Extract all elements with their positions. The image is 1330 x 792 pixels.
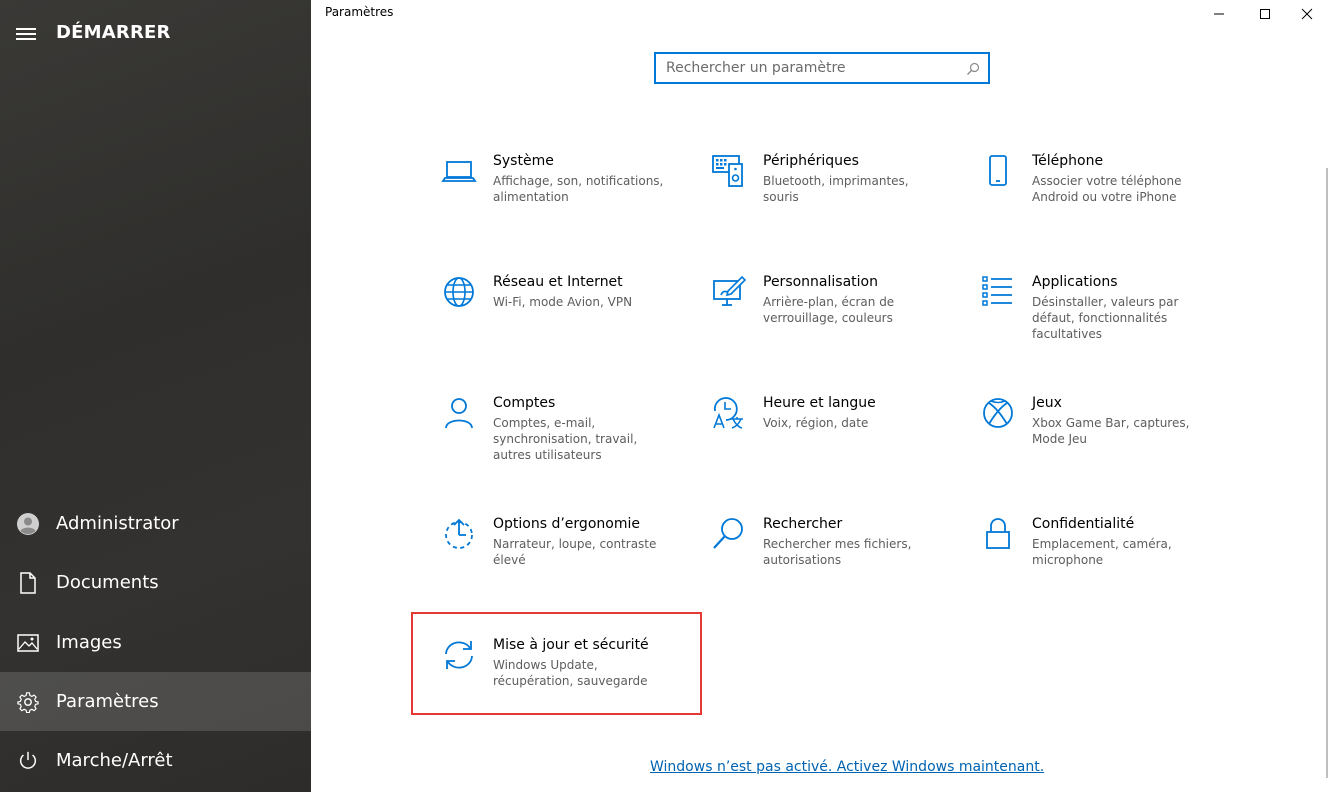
category-telephone[interactable]: Téléphone Associer votre téléphone Andro… xyxy=(952,147,1222,251)
category-description: Wi-Fi, mode Avion, VPN xyxy=(493,295,633,309)
time-language-icon xyxy=(711,395,747,431)
category-heure-langue[interactable]: Heure et langue Voix, région, date xyxy=(683,389,953,493)
start-item-images[interactable]: Images xyxy=(0,613,311,672)
search-icon xyxy=(711,516,747,552)
category-title: Téléphone xyxy=(1032,153,1104,169)
category-description: Arrière-plan, écran de verrouillage, cou… xyxy=(763,295,895,325)
activation-link[interactable]: Windows n’est pas activé. Activez Window… xyxy=(650,759,1044,775)
category-title: Comptes xyxy=(493,395,556,411)
category-title: Périphériques xyxy=(763,153,859,169)
start-item-label: Marche/Arrêt xyxy=(56,750,173,771)
category-description: Xbox Game Bar, captures, Mode Jeu xyxy=(1032,416,1190,446)
devices-icon xyxy=(711,153,747,189)
category-title: Rechercher xyxy=(763,516,843,532)
start-item-label: Paramètres xyxy=(56,691,159,712)
category-title: Options d’ergonomie xyxy=(493,516,640,532)
laptop-icon xyxy=(441,153,477,189)
category-rechercher[interactable]: Rechercher Rechercher mes fichiers, auto… xyxy=(683,510,953,614)
scrollbar[interactable] xyxy=(1326,168,1328,778)
paint-icon xyxy=(711,274,747,310)
category-description: Affichage, son, notifications, alimentat… xyxy=(493,174,664,204)
category-title: Heure et langue xyxy=(763,395,876,411)
title-bar: Paramètres xyxy=(311,0,1330,28)
category-title: Personnalisation xyxy=(763,274,878,290)
category-applications[interactable]: Applications Désinstaller, valeurs par d… xyxy=(952,268,1222,372)
lock-icon xyxy=(980,516,1016,552)
category-title: Applications xyxy=(1032,274,1118,290)
search-box xyxy=(654,52,990,84)
category-description: Comptes, e-mail, synchronisation, travai… xyxy=(493,416,638,462)
window-title: Paramètres xyxy=(325,5,394,19)
category-jeux[interactable]: Jeux Xbox Game Bar, captures, Mode Jeu xyxy=(952,389,1222,493)
start-item-documents[interactable]: Documents xyxy=(0,553,311,612)
search-input[interactable] xyxy=(656,54,956,82)
category-title: Réseau et Internet xyxy=(493,274,623,290)
category-reseau[interactable]: Réseau et Internet Wi-Fi, mode Avion, VP… xyxy=(413,268,683,372)
close-icon xyxy=(1301,8,1313,20)
minimize-icon xyxy=(1214,13,1224,15)
category-comptes[interactable]: Comptes Comptes, e-mail, synchronisation… xyxy=(413,389,683,493)
gear-icon xyxy=(0,691,56,713)
person-icon xyxy=(441,395,477,431)
category-ergonomie[interactable]: Options d’ergonomie Narrateur, loupe, co… xyxy=(413,510,683,614)
start-menu-title: DÉMARRER xyxy=(56,22,171,43)
category-title: Confidentialité xyxy=(1032,516,1135,532)
category-description: Associer votre téléphone Android ou votr… xyxy=(1032,174,1182,204)
start-item-parametres[interactable]: Paramètres xyxy=(0,672,311,731)
close-button[interactable] xyxy=(1284,0,1330,28)
start-item-label: Documents xyxy=(56,572,159,593)
power-icon xyxy=(0,750,56,772)
hamburger-menu-icon[interactable] xyxy=(14,22,38,46)
xbox-icon xyxy=(980,395,1016,431)
phone-icon xyxy=(980,153,1016,189)
category-mise-a-jour[interactable]: Mise à jour et sécurité Windows Update, … xyxy=(413,631,683,735)
category-description: Voix, région, date xyxy=(763,416,869,430)
start-item-label: Images xyxy=(56,632,122,653)
start-item-power[interactable]: Marche/Arrêt xyxy=(0,731,311,790)
start-item-administrator[interactable]: Administrator xyxy=(0,494,311,553)
category-peripheriques[interactable]: Périphériques Bluetooth, imprimantes, so… xyxy=(683,147,953,251)
category-description: Narrateur, loupe, contraste élevé xyxy=(493,537,657,567)
category-title: Jeux xyxy=(1032,395,1062,411)
ease-of-access-icon xyxy=(441,516,477,552)
image-icon xyxy=(0,633,56,652)
category-description: Bluetooth, imprimantes, souris xyxy=(763,174,909,204)
category-title: Système xyxy=(493,153,554,169)
globe-icon xyxy=(441,274,477,310)
start-menu: DÉMARRER Administrator Documents Images … xyxy=(0,0,311,792)
update-icon xyxy=(441,637,477,673)
category-description: Emplacement, caméra, microphone xyxy=(1032,537,1172,567)
search-icon[interactable] xyxy=(966,61,980,80)
user-avatar-icon xyxy=(0,512,56,536)
category-systeme[interactable]: Système Affichage, son, notifications, a… xyxy=(413,147,683,251)
category-description: Désinstaller, valeurs par défaut, foncti… xyxy=(1032,295,1179,341)
apps-list-icon xyxy=(980,274,1016,310)
document-icon xyxy=(0,571,56,594)
start-item-label: Administrator xyxy=(56,513,179,534)
maximize-icon xyxy=(1260,9,1270,19)
category-confidentialite[interactable]: Confidentialité Emplacement, caméra, mic… xyxy=(952,510,1222,614)
settings-window: Paramètres Système Affichage, son, notif… xyxy=(311,0,1330,792)
maximize-button[interactable] xyxy=(1242,0,1288,28)
category-description: Rechercher mes fichiers, autorisations xyxy=(763,537,912,567)
category-personnalisation[interactable]: Personnalisation Arrière-plan, écran de … xyxy=(683,268,953,372)
category-title: Mise à jour et sécurité xyxy=(493,637,649,653)
minimize-button[interactable] xyxy=(1196,0,1242,28)
category-description: Windows Update, récupération, sauvegarde xyxy=(493,658,648,688)
